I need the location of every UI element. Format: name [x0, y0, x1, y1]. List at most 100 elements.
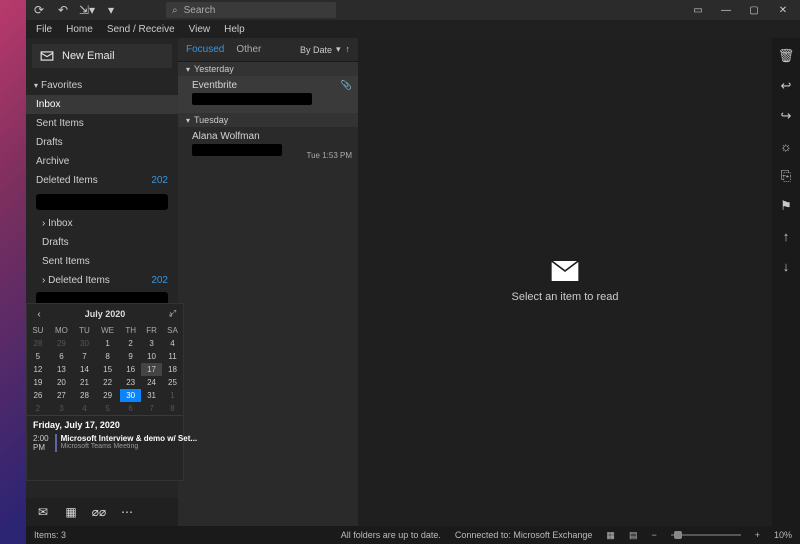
calendar-prev-icon[interactable]: ‹: [33, 308, 45, 320]
calendar-day[interactable]: 13: [49, 363, 74, 376]
menu-view[interactable]: View: [189, 24, 211, 35]
calendar-day[interactable]: 18: [162, 363, 183, 376]
tab-other[interactable]: Other: [236, 44, 261, 55]
calendar-day[interactable]: 7: [74, 350, 95, 363]
ribbon-options-icon[interactable]: ▭: [686, 1, 710, 19]
account-folder-drafts[interactable]: Drafts: [26, 233, 178, 252]
reply-icon[interactable]: ↩: [778, 78, 794, 94]
message-item[interactable]: Eventbrite📎: [178, 76, 358, 113]
folder-deleted-items[interactable]: Deleted Items202: [26, 171, 178, 190]
appointment-time: 2:00 PM: [33, 434, 49, 452]
calendar-day[interactable]: 1: [162, 389, 183, 402]
delete-icon[interactable]: 🗑: [778, 48, 794, 64]
menu-file[interactable]: File: [36, 24, 52, 35]
calendar-dock-icon[interactable]: ⤢: [169, 308, 179, 318]
close-button[interactable]: ✕: [770, 1, 796, 19]
up-icon[interactable]: ↑: [778, 228, 794, 244]
menu-home[interactable]: Home: [66, 24, 93, 35]
search-icon: ⌕: [172, 5, 178, 16]
maximize-button[interactable]: ▢: [742, 1, 766, 19]
more-icon[interactable]: ▾: [102, 1, 120, 19]
sync-icon[interactable]: ⟳: [30, 1, 48, 19]
calendar-day[interactable]: 15: [95, 363, 120, 376]
down-icon[interactable]: ↓: [778, 258, 794, 274]
calendar-day[interactable]: 11: [162, 350, 183, 363]
new-email-button[interactable]: New Email: [32, 44, 172, 68]
calendar-day[interactable]: 12: [27, 363, 49, 376]
calendar-day[interactable]: 8: [95, 350, 120, 363]
menu-sendreceive[interactable]: Send / Receive: [107, 24, 175, 35]
calendar-day[interactable]: 26: [27, 389, 49, 402]
calendar-day[interactable]: 20: [49, 376, 74, 389]
calendar-day[interactable]: 2: [120, 337, 141, 350]
message-group-header[interactable]: Tuesday: [178, 113, 358, 127]
brightness-icon[interactable]: ☼: [778, 138, 794, 154]
mail-icon[interactable]: ✉: [36, 505, 50, 519]
calendar-day[interactable]: 4: [74, 402, 95, 415]
calendar-day[interactable]: 4: [162, 337, 183, 350]
message-item[interactable]: Alana WolfmanTue 1:53 PM: [178, 127, 358, 164]
zoom-slider[interactable]: [671, 534, 741, 536]
calendar-day[interactable]: 24: [141, 376, 162, 389]
sort-button[interactable]: By Date ▾ ↑: [300, 44, 350, 55]
view-normal-icon[interactable]: ▦: [606, 530, 615, 541]
calendar-icon[interactable]: ▦: [64, 505, 78, 519]
folder-archive[interactable]: Archive: [26, 152, 178, 171]
view-reading-icon[interactable]: ▤: [629, 530, 638, 541]
calendar-appointment[interactable]: Friday, July 17, 2020 2:00 PM Microsoft …: [27, 415, 183, 456]
archive-icon[interactable]: ⎘: [778, 168, 794, 184]
calendar-day[interactable]: 5: [27, 350, 49, 363]
calendar-day[interactable]: 14: [74, 363, 95, 376]
calendar-day[interactable]: 8: [162, 402, 183, 415]
calendar-day[interactable]: 6: [49, 350, 74, 363]
undo-icon[interactable]: ↶: [54, 1, 72, 19]
calendar-day[interactable]: 29: [95, 389, 120, 402]
message-group-header[interactable]: Yesterday: [178, 62, 358, 76]
reading-pane: Select an item to read: [358, 38, 772, 526]
calendar-day[interactable]: 6: [120, 402, 141, 415]
forward-icon[interactable]: ↪: [778, 108, 794, 124]
calendar-day[interactable]: 29: [49, 337, 74, 350]
minimize-button[interactable]: ―: [714, 1, 738, 19]
calendar-day[interactable]: 28: [27, 337, 49, 350]
calendar-day[interactable]: 22: [95, 376, 120, 389]
account-folder-inbox[interactable]: › Inbox: [26, 214, 178, 233]
zoom-out-icon[interactable]: −: [651, 530, 656, 540]
calendar-day[interactable]: 30: [120, 389, 141, 402]
search-box[interactable]: ⌕ Search: [166, 2, 336, 18]
account-folder-deleted-items[interactable]: › Deleted Items202: [26, 271, 178, 290]
calendar-day[interactable]: 30: [74, 337, 95, 350]
account-folder-sent-items[interactable]: Sent Items: [26, 252, 178, 271]
calendar-day[interactable]: 3: [141, 337, 162, 350]
calendar-day[interactable]: 21: [74, 376, 95, 389]
calendar-day[interactable]: 3: [49, 402, 74, 415]
calendar-day[interactable]: 31: [141, 389, 162, 402]
calendar-day[interactable]: 23: [120, 376, 141, 389]
folder-sent-items[interactable]: Sent Items: [26, 114, 178, 133]
folder-drafts[interactable]: Drafts: [26, 133, 178, 152]
folder-inbox[interactable]: Inbox: [26, 95, 178, 114]
calendar-day[interactable]: 9: [120, 350, 141, 363]
account-name-redacted[interactable]: [36, 194, 168, 210]
zoom-in-icon[interactable]: +: [755, 530, 760, 540]
favorites-header[interactable]: Favorites: [26, 76, 178, 95]
quick-print-icon[interactable]: ⇲▾: [78, 1, 96, 19]
flag-icon[interactable]: ⚑: [778, 198, 794, 214]
calendar-day[interactable]: 25: [162, 376, 183, 389]
status-items: Items: 3: [34, 530, 66, 540]
calendar-day[interactable]: 2: [27, 402, 49, 415]
calendar-day[interactable]: 19: [27, 376, 49, 389]
menu-help[interactable]: Help: [224, 24, 245, 35]
calendar-day[interactable]: 28: [74, 389, 95, 402]
calendar-day[interactable]: 17: [141, 363, 162, 376]
people-icon[interactable]: ⌀⌀: [92, 505, 106, 519]
calendar-day[interactable]: 7: [141, 402, 162, 415]
nav-more-icon[interactable]: ⋯: [120, 505, 134, 519]
calendar-day[interactable]: 16: [120, 363, 141, 376]
appointment-title: Microsoft Interview & demo w/ Set...: [61, 434, 197, 443]
calendar-day[interactable]: 5: [95, 402, 120, 415]
tab-focused[interactable]: Focused: [186, 44, 224, 55]
calendar-day[interactable]: 27: [49, 389, 74, 402]
calendar-day[interactable]: 10: [141, 350, 162, 363]
calendar-day[interactable]: 1: [95, 337, 120, 350]
